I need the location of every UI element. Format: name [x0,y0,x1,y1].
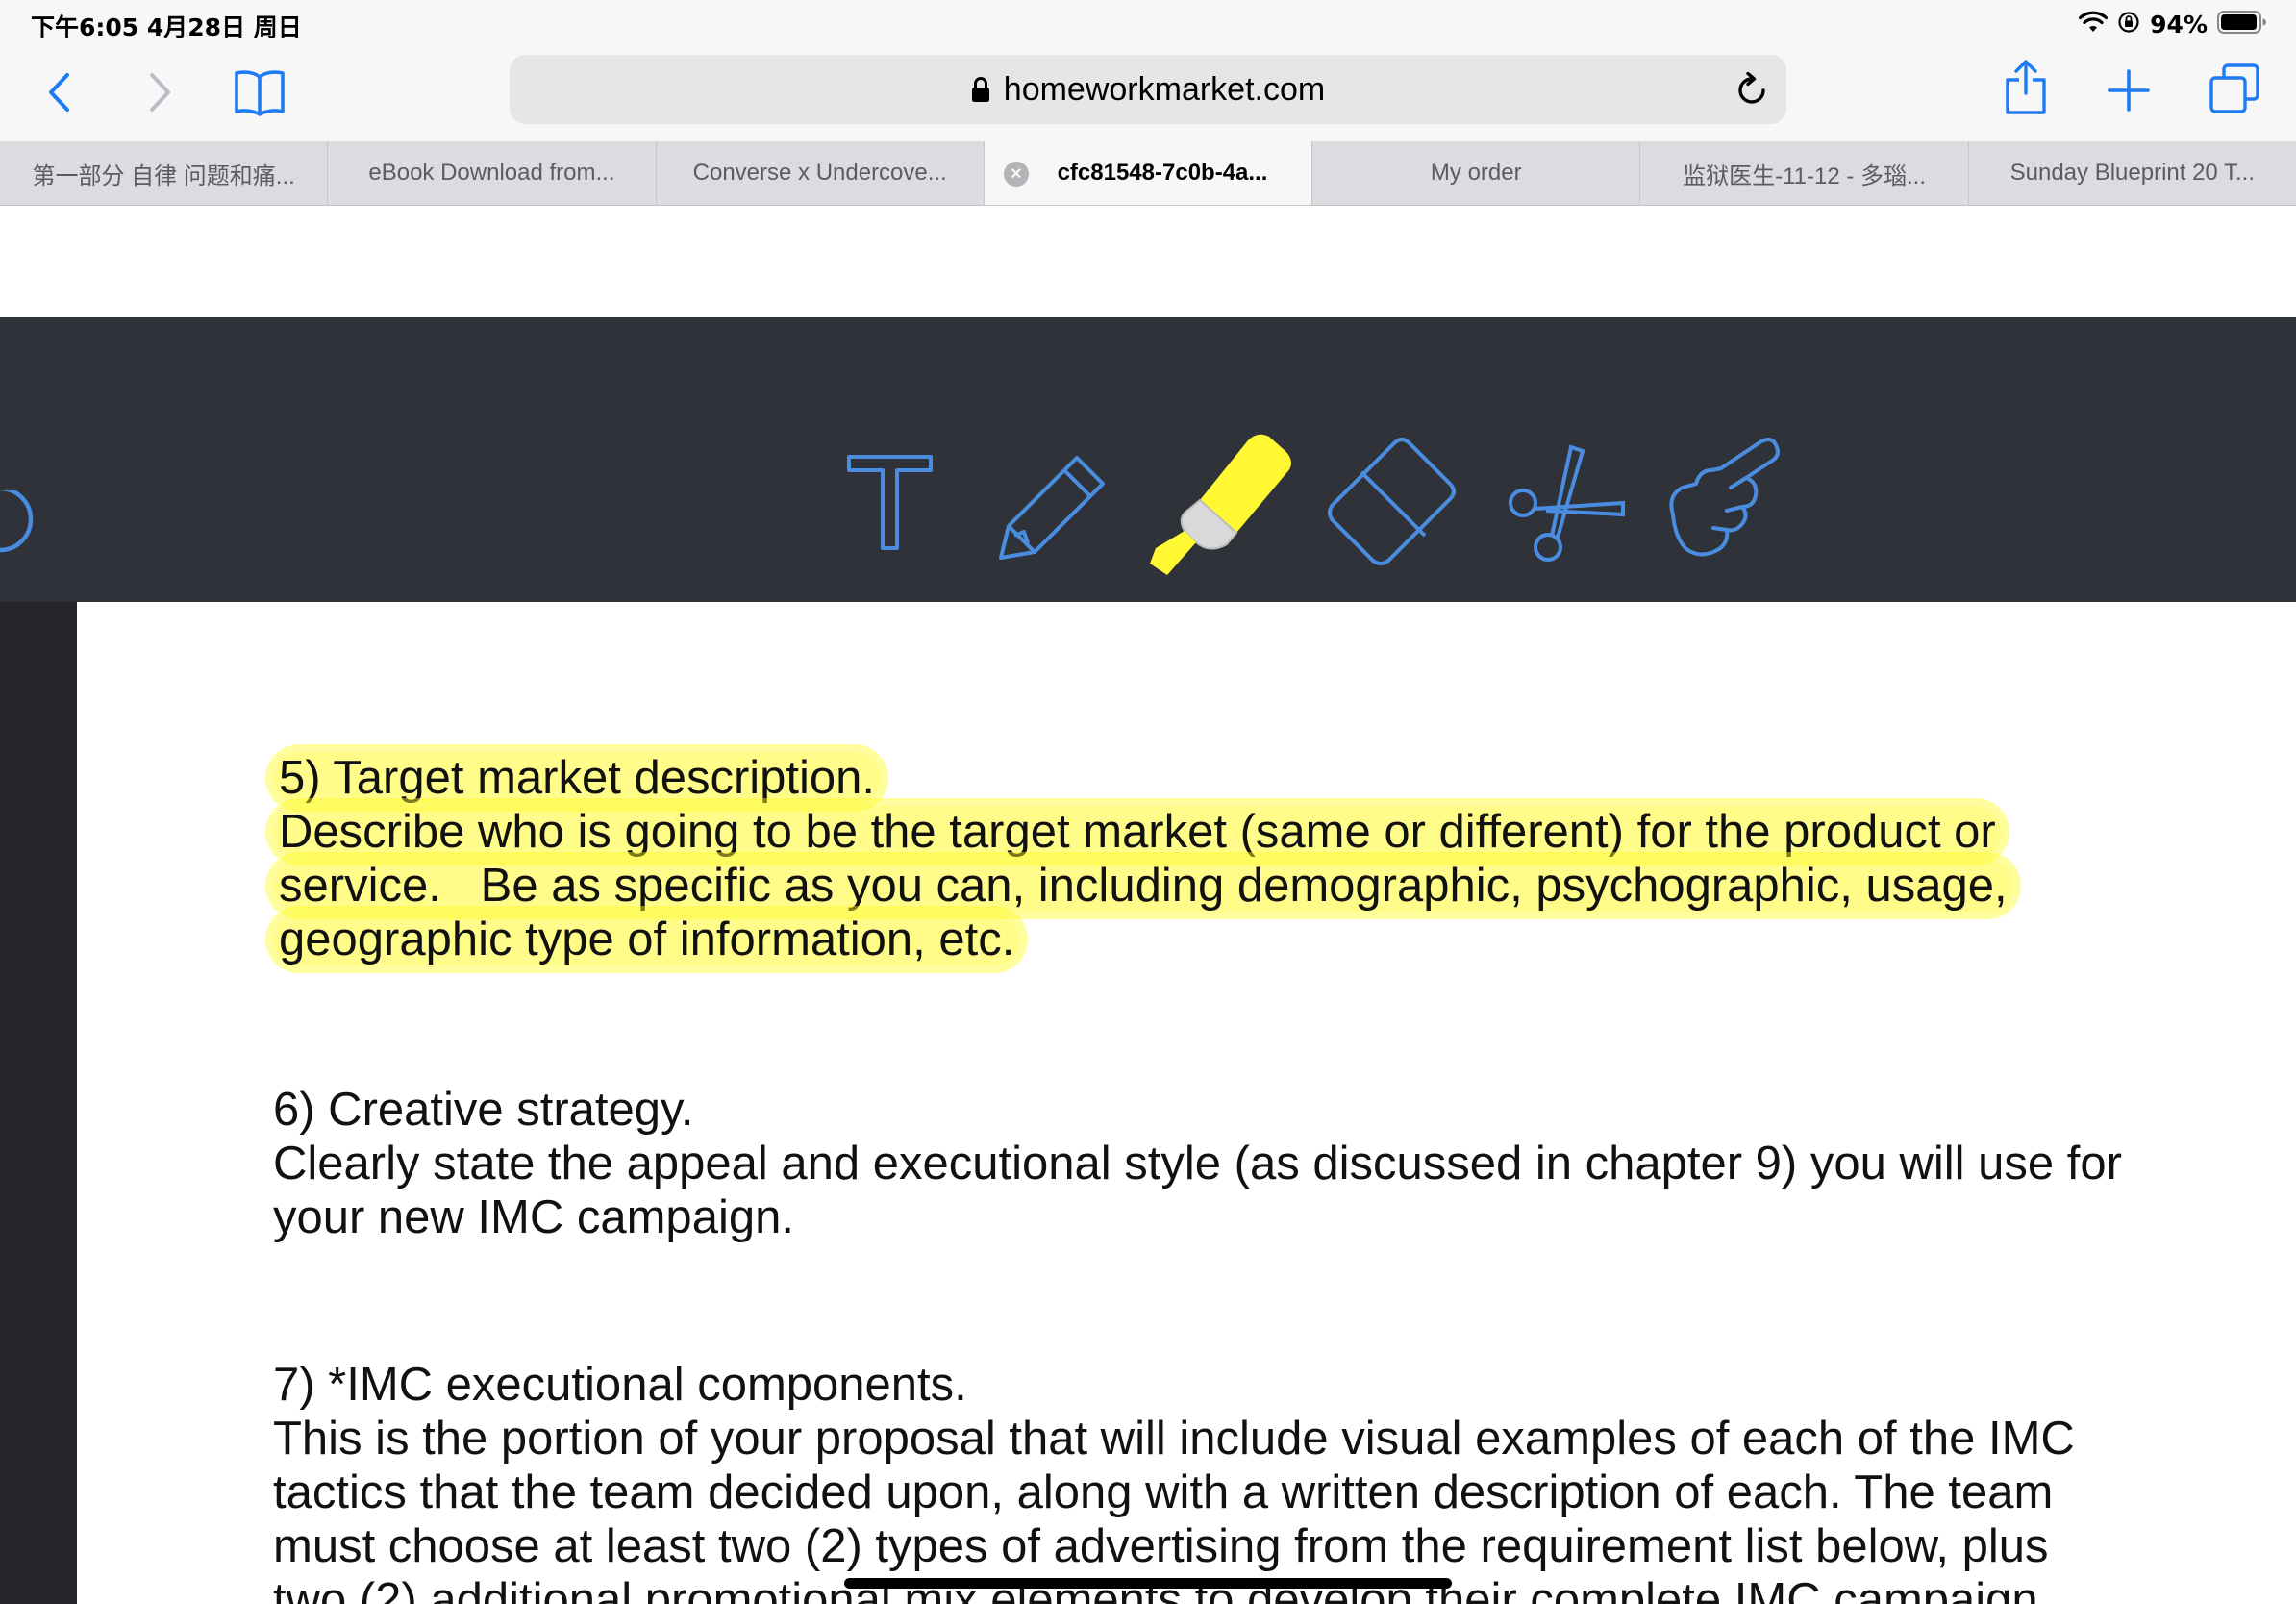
pen-tool-icon[interactable] [986,428,1130,577]
circle-tool-icon[interactable] [0,490,38,567]
wifi-icon [2079,11,2109,38]
share-icon [2006,60,2046,114]
section-6-title: 6) Creative strategy. [273,1084,694,1136]
forward-button[interactable] [137,67,185,117]
new-tab-button[interactable] [2106,67,2152,113]
section-7-line: This is the portion of your proposal tha… [273,1413,2075,1465]
scissors-tool-icon[interactable] [1490,428,1635,577]
tabs-icon [2209,63,2259,113]
pdf-document[interactable]: 5) Target market description. Describe w… [77,602,2296,1604]
tab-active[interactable]: × cfc81548-7c0b-4a... [984,141,1313,205]
reload-icon [1738,72,1765,104]
close-tab-icon[interactable]: × [1003,162,1029,187]
back-button[interactable] [35,67,83,117]
tab-overview-button[interactable] [2208,62,2261,115]
tab[interactable]: Converse x Undercove... [657,141,985,205]
section-7-line: tactics that the team decided upon, alon… [273,1466,2054,1518]
tab-label: cfc81548-7c0b-4a... [1057,160,1268,186]
chevron-left-icon [49,73,69,112]
page-header-area [0,206,2296,317]
section-7: 7) *IMC executional components. This is … [273,1358,2075,1604]
bookmarks-button[interactable] [231,63,288,121]
section-5-line: Describe who is going to be the target m… [273,806,2002,858]
hand-tool-icon[interactable] [1654,428,1798,577]
reload-button[interactable] [1731,68,1773,111]
section-6-line: your new IMC campaign. [273,1191,794,1243]
tab[interactable]: 第一部分 自律 问题和痛... [0,141,329,205]
section-7-title: 7) *IMC executional components. [273,1359,967,1411]
section-5-title: 5) Target market description. [273,752,882,804]
url-text: homeworkmarket.com [1003,70,1326,108]
tab-label: Sunday Blueprint 20 T... [2009,160,2256,186]
address-bar[interactable]: homeworkmarket.com [510,55,1786,124]
browser-toolbar: homeworkmarket.com [0,48,2296,141]
text-tool-icon[interactable] [815,428,960,577]
tab[interactable]: My order [1312,141,1641,205]
tab[interactable]: 监狱医生-11-12 - 多瑙... [1640,141,1969,205]
tab[interactable]: eBook Download from... [328,141,657,205]
battery-icon [2217,10,2267,39]
status-time-date: 下午6:05 4月28日 周日 [31,13,302,41]
eraser-tool-icon[interactable] [1325,428,1469,577]
share-button[interactable] [2000,56,2052,119]
tab[interactable]: Sunday Blueprint 20 T... [1969,141,2296,205]
section-5-line: geographic type of information, etc. [273,914,1021,965]
tab-label: 监狱医生-11-12 - 多瑙... [1683,163,1927,189]
lock-icon [971,77,989,102]
document-left-margin [0,602,77,1604]
section-6: 6) Creative strategy. Clearly state the … [273,1083,2122,1244]
battery-percent: 94% [2150,10,2208,38]
tab-label: 第一部分 自律 问题和痛... [32,163,295,189]
tab-label: My order [1430,160,1522,186]
highlighter-tool-icon[interactable] [1142,423,1306,591]
tab-label: Converse x Undercove... [692,160,947,186]
chevron-right-icon [150,73,170,112]
section-7-line: must choose at least two (2) types of ad… [273,1520,2049,1572]
tab-bar: 第一部分 自律 问题和痛... eBook Download from... C… [0,141,2296,206]
book-icon [235,70,285,116]
section-5-line: service. Be as specific as you can, incl… [273,860,2013,912]
home-indicator[interactable] [844,1578,1452,1589]
section-5: 5) Target market description. Describe w… [273,751,2013,966]
tab-label: eBook Download from... [368,160,615,186]
plus-icon [2108,69,2150,112]
section-6-line: Clearly state the appeal and executional… [273,1138,2122,1190]
orientation-lock-icon [2117,11,2140,38]
status-indicators: 94% [2079,8,2267,40]
status-bar: 下午6:05 4月28日 周日 94% [0,0,2296,48]
